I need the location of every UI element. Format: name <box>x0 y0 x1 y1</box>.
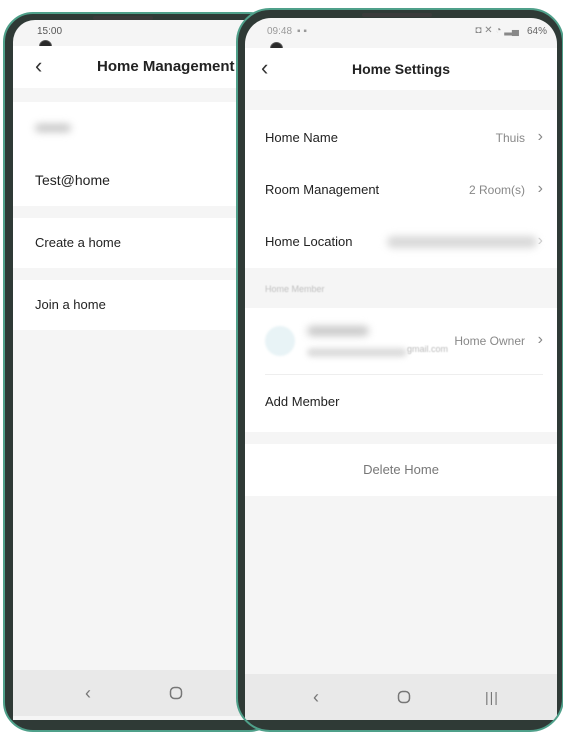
blurred-location-value <box>387 236 537 248</box>
delete-home-button[interactable]: Delete Home <box>245 444 557 496</box>
blurred-member-email <box>307 348 407 357</box>
battery-percent: 64% <box>526 26 547 37</box>
chevron-right-icon: › <box>537 331 543 348</box>
nav-home-icon[interactable] <box>397 674 411 720</box>
status-time: 09:48 <box>267 26 293 37</box>
member-section-label: Home Member <box>265 284 325 294</box>
home-settings-screen: 09:48 ▪ ▪ ◘ ✕ ◔ ▂▄ 64% ‹ Home Settings H… <box>245 18 557 720</box>
room-management-label: Room Management <box>265 182 380 197</box>
home-settings-list: Home Name Thuis › Room Management 2 Room… <box>245 110 557 268</box>
chevron-right-icon: › <box>537 232 543 249</box>
chevron-right-icon: › <box>537 180 543 197</box>
add-member-label: Add Member <box>265 394 340 409</box>
avatar <box>265 326 295 356</box>
home-name-label: Home Name <box>265 130 338 145</box>
member-role-value: Home Owner <box>454 334 525 348</box>
system-nav-bar: ‹ ||| <box>245 674 557 720</box>
signal-icons: ◘ ✕ ◔ ▂▄ <box>475 25 519 36</box>
home-location-label: Home Location <box>265 234 353 249</box>
home-name-label: Test@home <box>35 172 110 188</box>
divider <box>265 374 543 375</box>
member-list: gmail.com Home Owner › Add Member <box>245 308 557 432</box>
status-bar: 09:48 ▪ ▪ ◘ ✕ ◔ ▂▄ 64% <box>245 18 557 55</box>
member-email-tail: gmail.com <box>407 344 449 354</box>
speaker-grille <box>362 13 432 17</box>
nav-home-icon[interactable] <box>169 670 183 717</box>
join-home-label: Join a home <box>35 297 106 312</box>
nav-back-icon[interactable]: ‹ <box>85 670 91 716</box>
room-management-row[interactable]: Room Management 2 Room(s) › <box>245 164 557 216</box>
back-chevron-icon[interactable]: ‹ <box>35 46 42 88</box>
list-item[interactable]: gmail.com Home Owner › <box>245 308 557 374</box>
home-name-row[interactable]: Home Name Thuis › <box>245 112 557 164</box>
member-section-header: Home Member <box>245 274 557 304</box>
nav-recents-icon[interactable]: ||| <box>485 674 499 720</box>
page-title: Home Management <box>97 58 235 75</box>
delete-home-label: Delete Home <box>363 462 439 477</box>
create-home-label: Create a home <box>35 235 121 250</box>
nav-bar: ‹ Home Settings <box>245 48 557 90</box>
nav-back-icon[interactable]: ‹ <box>313 674 319 720</box>
home-location-row[interactable]: Home Location › <box>245 216 557 268</box>
blurred-home-name <box>35 124 71 132</box>
status-time: 15:00 <box>37 26 63 37</box>
notification-icons: ▪ ▪ <box>297 26 307 37</box>
add-member-row[interactable]: Add Member <box>245 376 557 428</box>
page-title: Home Settings <box>351 61 450 77</box>
blurred-member-name <box>307 326 369 336</box>
chevron-right-icon: › <box>537 128 543 145</box>
home-name-value: Thuis <box>495 131 525 145</box>
room-count-value: 2 Room(s) <box>468 183 525 197</box>
phone-front: 09:48 ▪ ▪ ◘ ✕ ◔ ▂▄ 64% ‹ Home Settings H… <box>236 8 563 732</box>
